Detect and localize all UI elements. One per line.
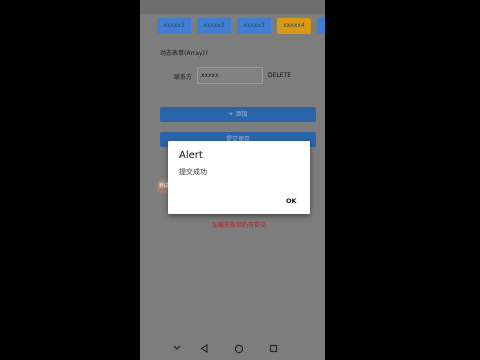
home-icon[interactable] <box>234 344 244 354</box>
tab-4[interactable]: xxxxx4 <box>277 18 311 34</box>
alert-message: 提交成功 <box>179 168 207 176</box>
add-button[interactable]: + 添加 <box>160 107 316 122</box>
error-message: 加载失败但仍可提交 <box>212 222 267 229</box>
tab-2[interactable]: xxxxx2 <box>197 18 231 34</box>
chevron-down-icon[interactable] <box>172 344 182 352</box>
tab-1[interactable]: xxxxx1 <box>157 18 191 34</box>
tab-5-partial[interactable] <box>317 18 325 34</box>
tab-3[interactable]: xxxxx3 <box>237 18 271 34</box>
field-label: 联系方 <box>174 74 193 81</box>
alert-title: Alert <box>179 150 203 161</box>
back-icon[interactable] <box>200 344 209 353</box>
section-title: 动态表单(Array)? <box>160 50 209 57</box>
android-nav-bar <box>140 336 325 360</box>
alert-dialog: Alert 提交成功 OK <box>168 141 310 214</box>
ok-button[interactable]: OK <box>286 197 297 205</box>
delete-button[interactable]: DELETE <box>268 72 291 79</box>
contact-input[interactable] <box>197 67 263 84</box>
status-bar <box>140 0 325 14</box>
recents-icon[interactable] <box>269 344 278 353</box>
